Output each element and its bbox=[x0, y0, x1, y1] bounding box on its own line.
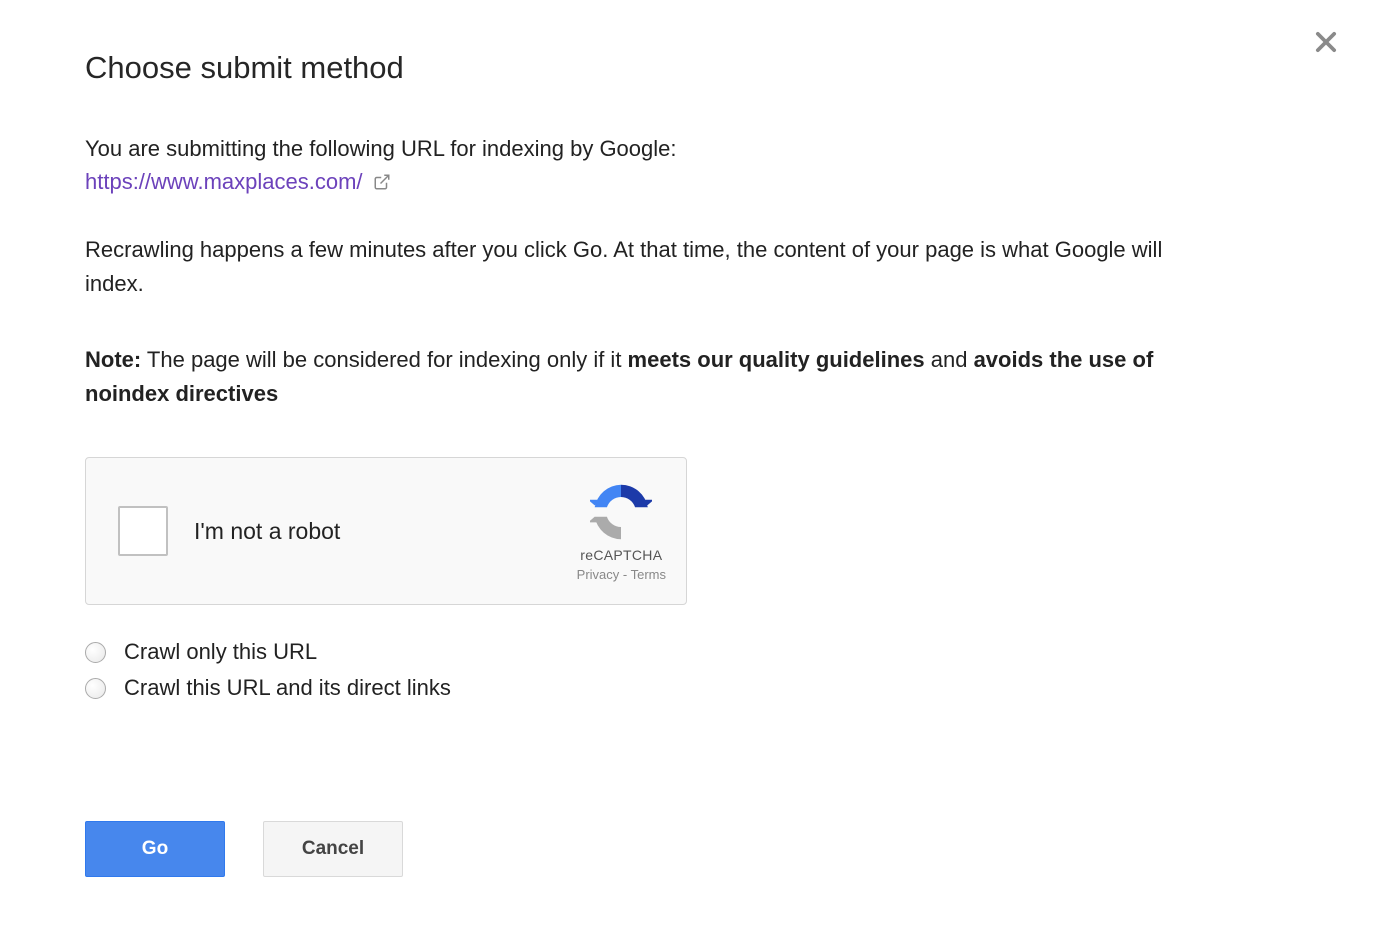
radio-input-crawl-direct[interactable] bbox=[85, 678, 106, 699]
note-mid2: and bbox=[925, 347, 974, 372]
dialog-container: Choose submit method You are submitting … bbox=[0, 0, 1280, 927]
submitted-url-link[interactable]: https://www.maxplaces.com/ bbox=[85, 169, 391, 195]
recaptcha-terms-link[interactable]: Terms bbox=[631, 567, 666, 582]
recaptcha-privacy-link[interactable]: Privacy bbox=[577, 567, 620, 582]
dialog-title: Choose submit method bbox=[85, 50, 1195, 86]
recaptcha-legal-links: Privacy - Terms bbox=[577, 567, 666, 582]
external-link-icon bbox=[373, 173, 391, 191]
recaptcha-branding: reCAPTCHA Privacy - Terms bbox=[577, 481, 666, 582]
cancel-button[interactable]: Cancel bbox=[263, 821, 403, 877]
button-row: Go Cancel bbox=[85, 821, 1195, 877]
radio-option-crawl-only[interactable]: Crawl only this URL bbox=[85, 639, 1195, 665]
note-mid1: The page will be considered for indexing… bbox=[141, 347, 627, 372]
recaptcha-logo-icon bbox=[590, 481, 652, 543]
recaptcha-checkbox[interactable] bbox=[118, 506, 168, 556]
radio-label-crawl-only: Crawl only this URL bbox=[124, 639, 317, 665]
recaptcha-label: I'm not a robot bbox=[194, 518, 577, 545]
intro-text: You are submitting the following URL for… bbox=[85, 134, 1195, 165]
recaptcha-widget: I'm not a robot reCAPTCHA Privacy - Term… bbox=[85, 457, 687, 605]
note-prefix: Note: bbox=[85, 347, 141, 372]
url-text: https://www.maxplaces.com/ bbox=[85, 169, 363, 195]
radio-label-crawl-direct: Crawl this URL and its direct links bbox=[124, 675, 451, 701]
crawl-options-group: Crawl only this URL Crawl this URL and i… bbox=[85, 639, 1195, 701]
close-icon bbox=[1312, 28, 1340, 56]
radio-input-crawl-only[interactable] bbox=[85, 642, 106, 663]
go-button[interactable]: Go bbox=[85, 821, 225, 877]
recrawl-description: Recrawling happens a few minutes after y… bbox=[85, 233, 1195, 301]
note-bold-guidelines: meets our quality guidelines bbox=[628, 347, 925, 372]
note-text: Note: The page will be considered for in… bbox=[85, 343, 1195, 411]
close-button[interactable] bbox=[1312, 28, 1340, 61]
recaptcha-separator: - bbox=[619, 567, 630, 582]
radio-option-crawl-direct[interactable]: Crawl this URL and its direct links bbox=[85, 675, 1195, 701]
recaptcha-brand-text: reCAPTCHA bbox=[580, 547, 662, 563]
